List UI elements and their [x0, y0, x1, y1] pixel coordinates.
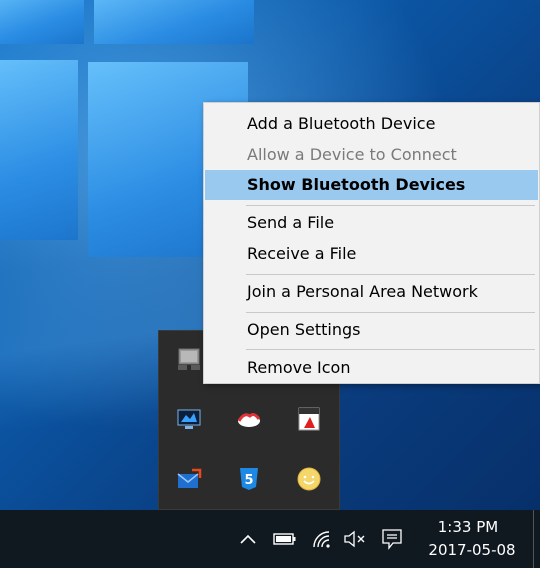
speaker-muted-icon[interactable]: [342, 526, 368, 552]
menu-item-show-bluetooth-devices[interactable]: Show Bluetooth Devices: [205, 170, 538, 200]
email-arrow-icon[interactable]: [175, 465, 203, 493]
smiley-icon[interactable]: [295, 465, 323, 493]
chevron-up-icon[interactable]: [238, 526, 258, 552]
wallpaper-window-pane: [0, 0, 84, 44]
menu-item-join-personal-area-network[interactable]: Join a Personal Area Network: [205, 277, 538, 307]
svg-text:5: 5: [244, 473, 253, 488]
menu-item-remove-icon[interactable]: Remove Icon: [205, 353, 538, 383]
bluetooth-context-menu: Add a Bluetooth Device Allow a Device to…: [203, 102, 540, 384]
dsm-icon[interactable]: [295, 405, 323, 433]
cloud-sync-icon[interactable]: [235, 405, 263, 433]
menu-separator: [246, 312, 535, 313]
taskbar: 1:33 PM 2017-05-08: [0, 510, 540, 568]
clock-time[interactable]: 1:33 PM: [420, 518, 516, 536]
show-desktop-button[interactable]: [533, 510, 534, 568]
monitor-app-icon[interactable]: [175, 405, 203, 433]
wifi-icon[interactable]: [311, 526, 333, 552]
battery-icon[interactable]: [272, 526, 298, 552]
menu-separator: [246, 274, 535, 275]
network-drive-icon[interactable]: [175, 345, 203, 373]
clock-date[interactable]: 2017-05-08: [420, 541, 524, 559]
menu-item-open-settings[interactable]: Open Settings: [205, 315, 538, 345]
wallpaper-window-pane: [94, 0, 254, 44]
menu-separator: [246, 349, 535, 350]
html5-shield-icon[interactable]: 5: [235, 465, 263, 493]
action-center-icon[interactable]: [380, 526, 404, 552]
wallpaper-window-pane: [0, 60, 78, 240]
menu-item-send-a-file[interactable]: Send a File: [205, 208, 538, 238]
menu-separator: [246, 205, 535, 206]
menu-item-receive-a-file[interactable]: Receive a File: [205, 239, 538, 269]
menu-item-add-bluetooth-device[interactable]: Add a Bluetooth Device: [205, 109, 538, 139]
menu-item-allow-device-to-connect[interactable]: Allow a Device to Connect: [205, 140, 538, 170]
